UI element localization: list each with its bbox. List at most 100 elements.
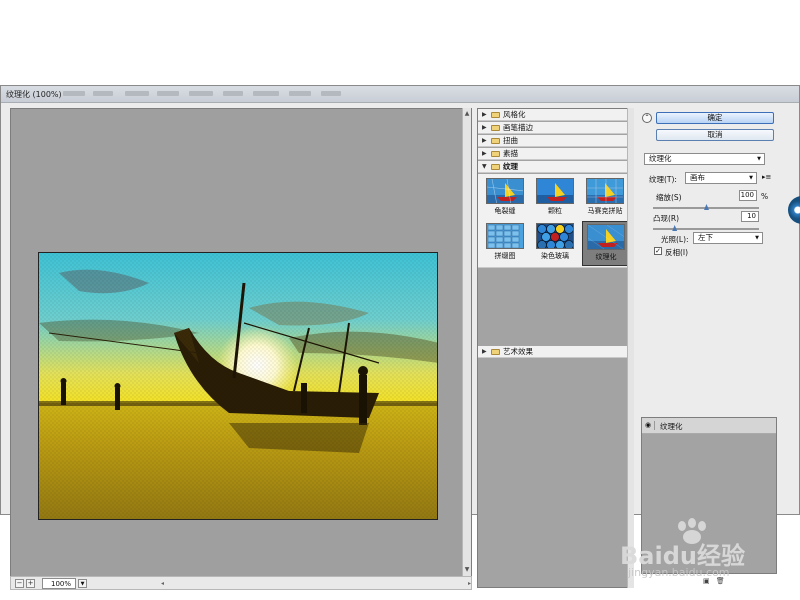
zoom-level-field[interactable]: 100% — [42, 578, 76, 589]
thumb-stained-glass[interactable]: 染色玻璃 — [532, 221, 578, 266]
scale-slider-handle[interactable] — [704, 204, 709, 210]
filter-gallery: ▶ 风格化 ▶ 画笔描边 ▶ 扭曲 ▶ 素描 ▼ 纹理 龟裂缝 颗粒 马赛克拼贴… — [477, 108, 634, 588]
thumbnail-label: 染色玻璃 — [541, 252, 569, 260]
folder-icon — [491, 151, 500, 157]
preview-image — [38, 252, 438, 520]
light-select-value: 左下 — [698, 233, 713, 242]
texture-select[interactable]: 画布 ▼ — [685, 172, 757, 184]
thumbnail-image — [586, 178, 624, 204]
light-label: 光照(L): — [661, 235, 689, 244]
collapse-arrow-icon: ▼ — [482, 163, 487, 170]
category-label: 风格化 — [503, 110, 526, 119]
thumbnail-label: 纹理化 — [595, 253, 617, 261]
preview-canvas[interactable] — [10, 108, 472, 578]
scale-unit: % — [761, 192, 769, 201]
menu-ghost — [93, 91, 113, 96]
zoom-in-button[interactable]: + — [26, 579, 35, 588]
relief-field[interactable]: 10 — [741, 211, 759, 222]
gallery-scrollbar[interactable] — [627, 108, 634, 588]
category-label: 艺术效果 — [503, 347, 533, 356]
category-sketch[interactable]: ▶ 素描 — [478, 148, 633, 160]
folder-icon — [491, 125, 500, 131]
menu-ghost — [63, 91, 85, 96]
category-texture[interactable]: ▼ 纹理 — [478, 161, 633, 173]
filter-gallery-window: 纹理化 (100%) ▲ ▼ − + 100% ▼ ◂ ▸ ▶ 风格化 ▶ 画笔… — [0, 85, 800, 590]
thumb-craquelure[interactable]: 龟裂缝 — [482, 176, 528, 221]
folder-icon — [491, 138, 500, 144]
expand-arrow-icon: ▶ — [482, 137, 487, 144]
texture-menu-icon[interactable]: ▸≡ — [762, 173, 771, 181]
category-artistic[interactable]: ▶ 艺术效果 — [478, 346, 633, 358]
thumbnail-image — [587, 224, 625, 250]
thumbnail-label: 拼缀图 — [494, 252, 516, 260]
category-label: 纹理 — [503, 162, 518, 171]
thumbnail-image — [536, 178, 574, 204]
invert-label: 反相(I) — [665, 248, 689, 257]
expand-arrow-icon: ▶ — [482, 124, 487, 131]
expand-arrow-icon: ▶ — [482, 111, 487, 118]
collapse-gallery-icon[interactable]: ⌃ — [642, 113, 652, 123]
watermark: Baidu经验 jingyan.baidu.com — [612, 518, 792, 580]
scale-label: 缩放(S) — [656, 193, 682, 202]
sunset-boat-photo — [39, 253, 437, 519]
preview-horizontal-scrollbar[interactable]: ◂ ▸ — [161, 580, 471, 587]
watermark-url: jingyan.baidu.com — [628, 566, 730, 579]
filter-select-value: 纹理化 — [649, 154, 672, 163]
category-distort[interactable]: ▶ 扭曲 — [478, 135, 633, 147]
thumb-texturizer[interactable]: 纹理化 — [582, 221, 628, 266]
folder-icon — [491, 349, 500, 355]
menu-ghost — [189, 91, 213, 96]
thumbnail-image — [536, 223, 574, 249]
folder-open-icon — [491, 164, 500, 170]
relief-slider[interactable] — [653, 225, 759, 231]
title-bar: 纹理化 (100%) — [1, 86, 799, 103]
preview-status-bar: − + 100% ▼ ◂ ▸ — [10, 576, 472, 590]
preview-vertical-scrollbar[interactable]: ▲ ▼ — [462, 108, 471, 578]
cancel-button[interactable]: 取消 — [656, 129, 774, 141]
texture-thumbnails: 龟裂缝 颗粒 马赛克拼贴 拼缀图 染色玻璃 纹理化 — [478, 174, 633, 268]
menu-ghost — [321, 91, 341, 96]
zoom-dropdown-button[interactable]: ▼ — [78, 579, 87, 588]
ok-button[interactable]: 确定 — [656, 112, 774, 124]
category-label: 画笔描边 — [503, 123, 533, 132]
category-brush-strokes[interactable]: ▶ 画笔描边 — [478, 122, 633, 134]
thumb-patchwork[interactable]: 拼缀图 — [482, 221, 528, 266]
thumbnail-image — [486, 223, 524, 249]
menu-ghost — [289, 91, 311, 96]
effect-layer-row[interactable]: ◉ 纹理化 — [642, 418, 776, 434]
menu-ghost — [223, 91, 243, 96]
scroll-up-arrow[interactable]: ▲ — [463, 110, 471, 118]
chevron-down-icon: ▼ — [755, 235, 759, 241]
light-select[interactable]: 左下 ▼ — [693, 232, 763, 244]
chevron-down-icon: ▼ — [749, 175, 753, 181]
thumb-mosaic-tiles[interactable]: 马赛克拼贴 — [582, 176, 628, 221]
thumb-grain[interactable]: 颗粒 — [532, 176, 578, 221]
thumbnail-label: 龟裂缝 — [494, 207, 516, 215]
thumbnail-image — [486, 178, 524, 204]
window-title: 纹理化 (100%) — [6, 90, 62, 99]
scroll-down-arrow[interactable]: ▼ — [463, 566, 471, 574]
menu-ghost — [125, 91, 149, 96]
texture-select-value: 画布 — [690, 173, 705, 182]
texture-label: 纹理(T): — [649, 175, 677, 184]
expand-arrow-icon: ▶ — [482, 348, 487, 355]
relief-slider-handle[interactable] — [672, 225, 678, 231]
thumbnail-label: 马赛克拼贴 — [587, 207, 623, 215]
folder-icon — [491, 112, 500, 118]
menu-ghost — [253, 91, 279, 96]
eye-icon[interactable]: ◉ — [645, 421, 655, 430]
effect-layer-label: 纹理化 — [660, 422, 683, 431]
filter-select[interactable]: 纹理化 ▼ — [644, 153, 765, 165]
expand-arrow-icon: ▶ — [482, 150, 487, 157]
menu-ghost — [157, 91, 179, 96]
scale-slider[interactable] — [653, 204, 759, 210]
category-label: 素描 — [503, 149, 518, 158]
zoom-out-button[interactable]: − — [15, 579, 24, 588]
relief-label: 凸现(R) — [653, 214, 680, 223]
invert-checkbox[interactable]: ✓ — [654, 247, 662, 255]
scale-field[interactable]: 100 — [739, 190, 757, 201]
thumbnail-label: 颗粒 — [548, 207, 562, 215]
chevron-down-icon: ▼ — [757, 156, 761, 162]
category-stylize[interactable]: ▶ 风格化 — [478, 109, 633, 121]
category-label: 扭曲 — [503, 136, 518, 145]
